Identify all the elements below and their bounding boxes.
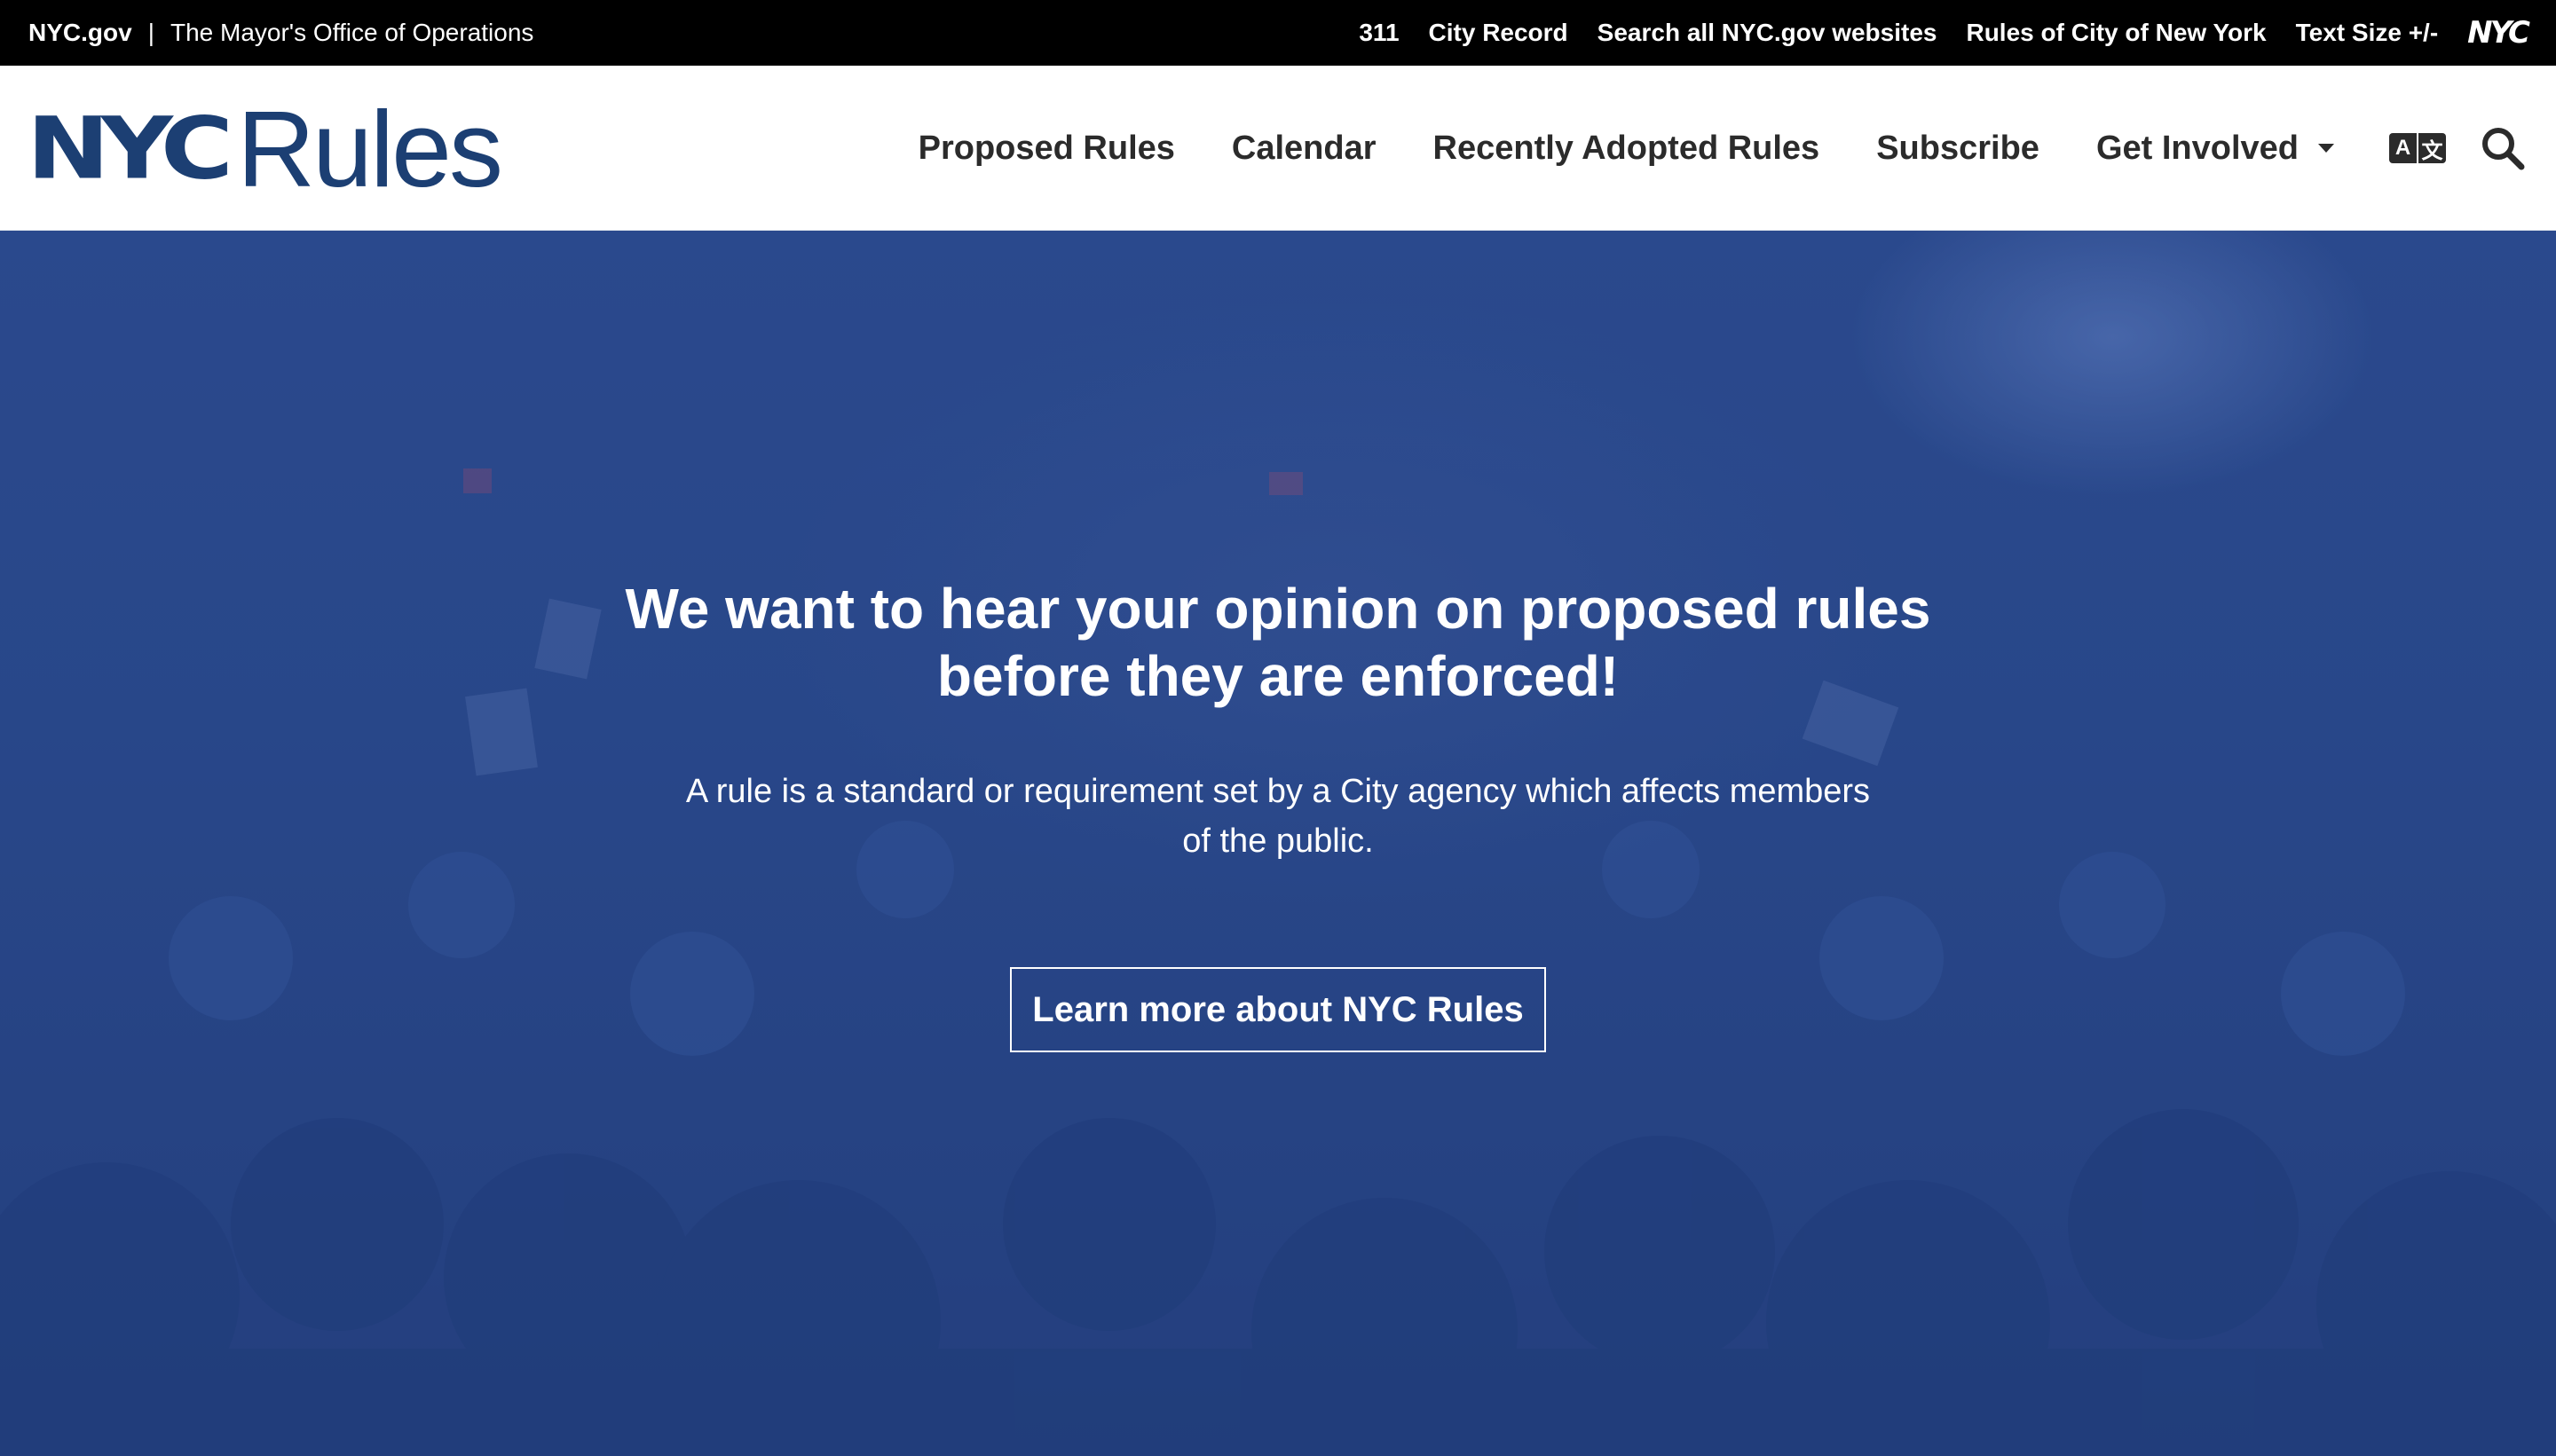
- search-icon[interactable]: [2480, 125, 2526, 171]
- logo-rules: Rules: [237, 89, 503, 209]
- nyc-rules-logo[interactable]: NYC Rules: [27, 95, 503, 203]
- link-city-record[interactable]: City Record: [1429, 19, 1568, 47]
- hero-content: We want to hear your opinion on proposed…: [0, 231, 2556, 1456]
- hero-title: We want to hear your opinion on proposed…: [625, 577, 1931, 708]
- utility-bar-left: NYC.gov | The Mayor's Office of Operatio…: [28, 0, 533, 66]
- logo-nyc: NYC: [27, 99, 233, 199]
- nav-subscribe[interactable]: Subscribe: [1876, 130, 2039, 168]
- link-rules-of-city[interactable]: Rules of City of New York: [1966, 19, 2266, 47]
- translate-icon[interactable]: A 文: [2389, 133, 2446, 163]
- utility-links: 311 City Record Search all NYC.gov websi…: [1359, 0, 2530, 66]
- office-link[interactable]: The Mayor's Office of Operations: [170, 19, 533, 47]
- nav-recently-adopted-rules[interactable]: Recently Adopted Rules: [1433, 130, 1820, 168]
- nav-proposed-rules[interactable]: Proposed Rules: [919, 130, 1175, 168]
- translate-icon-a: A: [2389, 133, 2417, 163]
- nav-calendar[interactable]: Calendar: [1232, 130, 1377, 168]
- main-header: NYC Rules Proposed Rules Calendar Recent…: [0, 66, 2556, 231]
- hero-section: We want to hear your opinion on proposed…: [0, 231, 2556, 1456]
- nyc-logo-small[interactable]: NYC: [2467, 15, 2530, 51]
- text-size-toggle[interactable]: Text Size +/-: [2296, 19, 2439, 47]
- hero-subtitle: A rule is a standard or requirement set …: [685, 773, 1871, 860]
- primary-nav: Proposed Rules Calendar Recently Adopted…: [919, 66, 2334, 231]
- nyc-gov-link[interactable]: NYC.gov: [28, 19, 132, 47]
- chevron-down-icon: [2318, 144, 2334, 153]
- utility-bar: NYC.gov | The Mayor's Office of Operatio…: [0, 0, 2556, 66]
- learn-more-button[interactable]: Learn more about NYC Rules: [1010, 967, 1546, 1052]
- nav-get-involved-label: Get Involved: [2095, 129, 2299, 167]
- separator: |: [147, 19, 154, 46]
- link-search-nyc-gov[interactable]: Search all NYC.gov websites: [1598, 19, 1937, 47]
- header-icons: A 文: [2389, 66, 2526, 231]
- nav-get-involved[interactable]: Get Involved: [2096, 130, 2334, 168]
- translate-icon-b: 文: [2417, 133, 2446, 163]
- link-311[interactable]: 311: [1359, 19, 1399, 47]
